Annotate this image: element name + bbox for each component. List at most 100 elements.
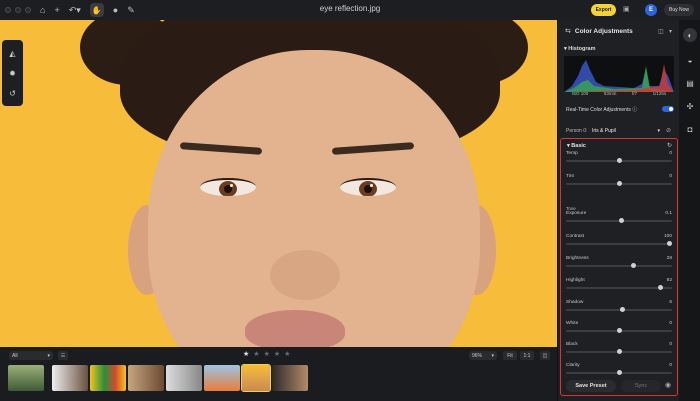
thumbnail[interactable] — [166, 365, 202, 391]
exif-shutter: 1/125s — [652, 91, 667, 96]
hand-tool-icon[interactable]: ✋ — [89, 3, 104, 17]
brush-icon[interactable]: ● — [113, 5, 118, 15]
save-preset-button[interactable]: Save Preset — [566, 380, 616, 392]
slider-tint[interactable]: Tint 0 — [566, 174, 672, 188]
slider-knob[interactable] — [667, 241, 672, 246]
camera-icon[interactable]: ◘ — [688, 125, 693, 134]
slider-track[interactable] — [566, 243, 672, 245]
slider-clarity[interactable]: Clarity 0 — [566, 363, 672, 377]
crop-icon[interactable]: ▤ — [686, 79, 694, 88]
slider-value[interactable]: 0 — [669, 321, 672, 326]
slider-knob[interactable] — [630, 263, 636, 268]
slider-track[interactable] — [566, 265, 672, 267]
star-icon[interactable]: ★ — [284, 350, 290, 358]
zoom-select[interactable]: 96% ▾ — [469, 351, 497, 360]
share-icon[interactable]: ▣ — [623, 5, 630, 13]
slider-knob[interactable] — [616, 370, 622, 375]
slider-shadow[interactable]: Shadow 6 — [566, 300, 672, 314]
histogram-title[interactable]: ▾ Histogram — [564, 46, 596, 52]
slider-value[interactable]: 28 — [667, 256, 672, 261]
slider-brightness[interactable]: Brightness 28 — [566, 256, 672, 270]
slider-value[interactable]: 100 — [664, 234, 672, 239]
thumbnail[interactable] — [52, 365, 88, 391]
slider-value[interactable]: 6 — [669, 300, 672, 305]
pen-icon[interactable]: ✎ — [127, 5, 135, 15]
slider-value[interactable]: 82 — [667, 278, 672, 283]
settings-sun-icon[interactable]: ✹ — [9, 69, 16, 78]
photo-glint — [230, 184, 233, 187]
chevron-down-icon[interactable]: ▾ — [669, 28, 672, 35]
puzzle-icon[interactable]: ✣ — [687, 102, 694, 111]
realtime-toggle[interactable] — [662, 106, 674, 112]
close-window-button[interactable] — [5, 7, 11, 13]
basic-title[interactable]: ▾ Basic — [567, 143, 586, 149]
filter-select-value: All — [12, 352, 18, 359]
history-icon[interactable]: ↺ — [9, 89, 16, 98]
slider-white[interactable]: White 0 — [566, 321, 672, 335]
thumbnail[interactable] — [8, 365, 44, 391]
slider-knob[interactable] — [616, 158, 622, 163]
slider-knob[interactable] — [619, 307, 625, 312]
slider-knob[interactable] — [657, 285, 663, 290]
thumbnail-strip — [8, 364, 308, 392]
slider-knob[interactable] — [616, 349, 622, 354]
minimize-window-button[interactable] — [15, 7, 21, 13]
star-icon[interactable]: ★ — [264, 350, 270, 358]
thumbnail[interactable] — [204, 365, 240, 391]
slider-label: Exposure — [566, 211, 587, 216]
slider-value[interactable]: 0 — [669, 151, 672, 156]
slider-knob[interactable] — [616, 328, 622, 333]
panel-header: ⇆ Color Adjustments ◫ ▾ — [558, 24, 680, 38]
compare-view-icon[interactable]: ◫ — [540, 351, 550, 360]
slider-value[interactable]: 0 — [669, 174, 672, 179]
person-select[interactable]: Iris & Pupil ▾ — [592, 126, 662, 135]
slider-value[interactable]: 0 — [669, 342, 672, 347]
photo-canvas[interactable]: ◭ ✹ ↺ — [0, 20, 557, 347]
export-button[interactable]: Export — [591, 4, 616, 16]
filter-select[interactable]: All ▾ — [9, 351, 53, 360]
slider-value[interactable]: 0.1 — [665, 211, 672, 216]
ai-adjust-icon[interactable]: ◭ — [9, 49, 15, 58]
slider-contrast[interactable]: Contrast 100 — [566, 234, 672, 248]
home-icon[interactable]: ⌂ — [40, 5, 45, 15]
info-icon[interactable]: ⓘ — [632, 107, 637, 113]
reset-icon[interactable]: ↻ — [667, 142, 672, 149]
account-avatar[interactable]: E — [645, 4, 657, 16]
slider-temp[interactable]: Temp 0 — [566, 151, 672, 165]
undo-icon[interactable]: ↶▾ — [69, 5, 81, 15]
slider-value[interactable]: 0 — [669, 363, 672, 368]
slider-highlight[interactable]: Highlight 82 — [566, 278, 672, 292]
basic-title-label: Basic — [571, 143, 586, 149]
exif-iso: ISO 100 — [571, 91, 589, 96]
slider-black[interactable]: Black 0 — [566, 342, 672, 356]
realtime-label: Real-Time Color Adjustments ⓘ — [566, 106, 637, 113]
fit-button[interactable]: Fit — [503, 351, 517, 360]
person-label: Person 0: — [566, 128, 588, 134]
star-icon[interactable]: ★ — [253, 350, 259, 358]
slider-knob[interactable] — [618, 218, 624, 223]
right-icon-bar: ◐ ◒ ▤ ✣ ◘ — [680, 20, 700, 401]
star-icon[interactable]: ★ — [243, 350, 249, 358]
thumbnail-active[interactable] — [241, 364, 271, 392]
sync-button[interactable]: Sync — [621, 380, 661, 392]
filter-icon[interactable]: ☰ — [58, 351, 68, 360]
thumbnail[interactable] — [272, 365, 308, 391]
app-window: ⌂ + ↶▾ ✋ ● ✎ eye reflection.jpg Export ▣… — [0, 0, 700, 401]
panel-layout-icon[interactable]: ◫ — [658, 28, 664, 35]
add-icon[interactable]: + — [54, 5, 59, 15]
slider-knob[interactable] — [616, 181, 622, 186]
slider-exposure[interactable]: Exposure 0.1 — [566, 211, 672, 225]
thumbnail[interactable] — [90, 365, 126, 391]
slider-track[interactable] — [566, 287, 672, 289]
buy-now-button[interactable]: Buy Now — [664, 4, 694, 16]
slider-label: Contrast — [566, 234, 585, 239]
eyedropper-icon[interactable]: ⊘ — [666, 127, 671, 134]
color-adjust-icon[interactable]: ◐ — [683, 28, 697, 42]
face-icon[interactable]: ◒ — [688, 56, 693, 65]
maximize-window-button[interactable] — [25, 7, 31, 13]
star-icon[interactable]: ★ — [274, 350, 280, 358]
left-toolbar: ◭ ✹ ↺ — [2, 40, 23, 106]
one-to-one-button[interactable]: 1:1 — [520, 351, 534, 360]
thumbnail[interactable] — [128, 365, 164, 391]
preview-eye-icon[interactable]: ◉ — [665, 381, 671, 389]
